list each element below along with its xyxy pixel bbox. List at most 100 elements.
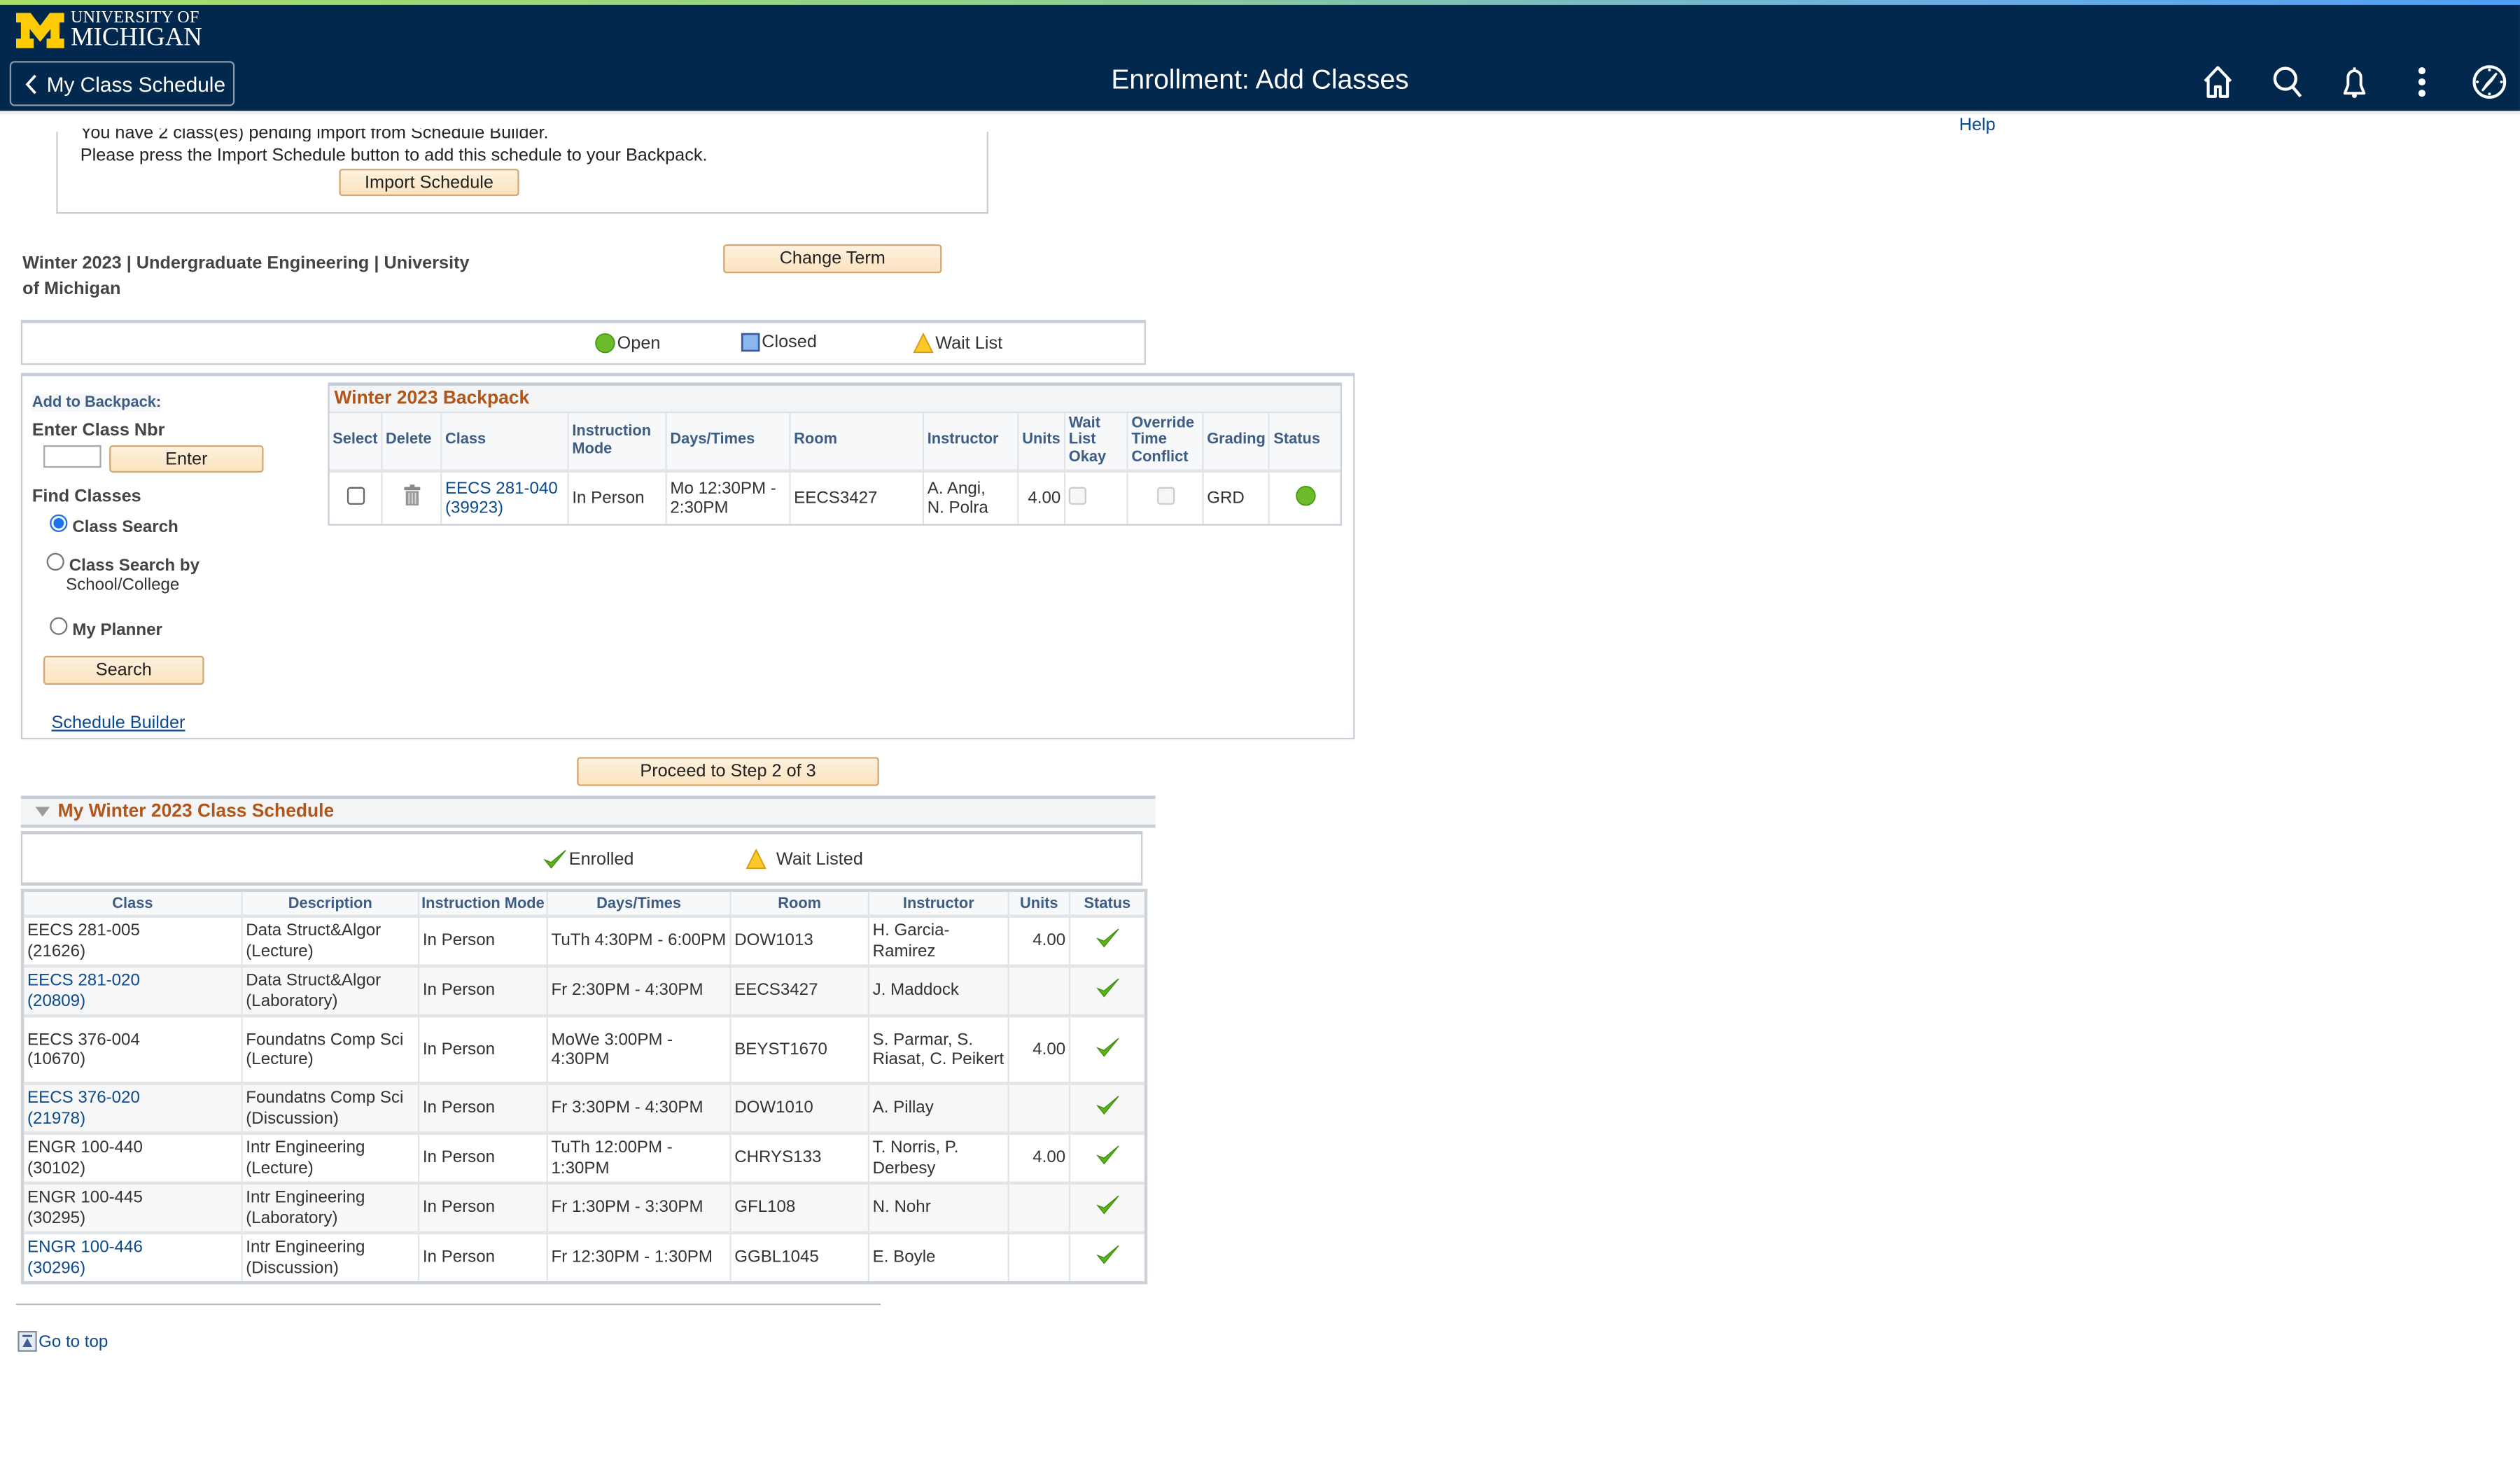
backpack-class-link[interactable]: EECS 281-040 — [445, 478, 564, 498]
days-line-2: 2:30PM — [670, 498, 729, 518]
sched-description: Foundatns Comp Sci (Discussion) — [241, 1082, 420, 1133]
search-classes-button[interactable]: Search — [43, 655, 204, 685]
schedule-row: EECS 281-020 (20809) Data Struct&Algor (Lab… — [24, 964, 1144, 1017]
sched-room: DOW1010 — [730, 1082, 870, 1133]
radio-class-search[interactable] — [50, 514, 68, 532]
backpack-class-cell[interactable]: EECS 281-040 (39923) — [441, 469, 569, 524]
col-instruction-mode: Instruction Mode — [568, 413, 667, 471]
wait-list-triangle-icon — [913, 333, 934, 354]
sched-class-cell: EECS 376-004 (10670) — [24, 1014, 243, 1084]
go-to-top-link[interactable]: Go to top — [18, 1331, 108, 1352]
sched-description: Intr Engineering (Discussion) — [241, 1231, 420, 1281]
select-checkbox[interactable] — [346, 487, 365, 505]
header-bar — [0, 4, 2520, 111]
top-accent-stripe — [0, 0, 2520, 5]
class-schedule-collapsible-header[interactable]: My Winter 2023 Class Schedule — [20, 795, 1156, 828]
navbar-button[interactable] — [2469, 61, 2511, 103]
col-select: Select — [329, 413, 383, 471]
sched-status — [1069, 964, 1144, 1017]
sched-desc-title: Intr Engineering — [246, 1187, 365, 1208]
sched-class-code: EECS 281-005 — [27, 921, 140, 941]
enter-button[interactable]: Enter — [109, 445, 264, 473]
radio-class-search-by-school-label[interactable]: Class Search by — [69, 556, 200, 575]
radio-class-search-by-school[interactable] — [46, 552, 64, 571]
instructor-line-1: A. Angi, — [927, 478, 986, 498]
logo-line-2: MICHIGAN — [71, 24, 202, 52]
more-options-button[interactable] — [2401, 61, 2443, 103]
sched-class-code[interactable]: ENGR 100-446 — [27, 1238, 238, 1258]
sched-col-instructor: Instructor — [868, 892, 1009, 916]
enter-class-nbr-label: Enter Class Nbr — [31, 421, 165, 441]
legend-enrolled: Enrolled — [543, 849, 634, 870]
sched-mode: In Person — [419, 964, 548, 1017]
open-status-icon — [1295, 485, 1315, 505]
sched-class-nbr[interactable]: (21978) — [27, 1108, 238, 1129]
trash-icon[interactable] — [402, 484, 420, 507]
sched-col-class: Class — [24, 892, 243, 916]
legend-closed-label: Closed — [762, 333, 817, 352]
help-link[interactable]: Help — [1959, 116, 1996, 135]
back-my-class-schedule-button[interactable]: My Class Schedule — [9, 61, 235, 106]
sched-class-nbr: (21626) — [27, 941, 86, 961]
radio-class-search-by-school-sublabel: School/College — [66, 575, 180, 595]
sched-desc-title: Data Struct&Algor — [246, 921, 382, 941]
sched-description: Data Struct&Algor (Lecture) — [241, 914, 420, 966]
instructor-line-2: N. Polra — [927, 498, 988, 518]
backpack-class-nbr[interactable]: (39923) — [445, 498, 564, 519]
change-term-button[interactable]: Change Term — [723, 244, 942, 274]
chevron-left-icon — [25, 74, 36, 94]
sched-units — [1008, 1082, 1071, 1133]
sched-class-cell: ENGR 100-440 (30102) — [24, 1131, 243, 1183]
sched-room: DOW1013 — [730, 914, 870, 966]
legend-open: Open — [594, 333, 660, 354]
sched-col-room: Room — [730, 892, 870, 916]
radio-my-planner[interactable] — [50, 617, 68, 635]
search-button[interactable] — [2268, 61, 2310, 103]
radio-my-planner-label[interactable]: My Planner — [72, 620, 162, 640]
home-button[interactable] — [2197, 61, 2239, 103]
sched-col-days-times: Days/Times — [547, 892, 732, 916]
sched-class-nbr[interactable]: (30296) — [27, 1258, 238, 1278]
open-circle-icon — [595, 333, 615, 354]
sched-days-times: TuTh 12:00PM - 1:30PM — [547, 1131, 732, 1183]
schedule-builder-link[interactable]: Schedule Builder — [51, 713, 185, 733]
sched-class-nbr[interactable]: (20809) — [27, 991, 238, 1011]
sched-col-units: Units — [1008, 892, 1071, 916]
sched-class-nbr: (30102) — [27, 1158, 86, 1178]
notifications-button[interactable] — [2334, 61, 2376, 103]
backpack-room: EECS3427 — [790, 469, 925, 524]
wait-list-okay-checkbox[interactable] — [1068, 487, 1087, 505]
university-logo[interactable]: UNIVERSITY OF MICHIGAN — [15, 10, 202, 52]
sched-instructor: J. Maddock — [868, 964, 1009, 1017]
enrolled-check-icon — [1095, 1245, 1119, 1265]
go-to-top-label[interactable]: Go to top — [38, 1332, 108, 1352]
sched-class-cell: ENGR 100-445 (30295) — [24, 1181, 243, 1233]
legend-wait-list-label: Wait List — [935, 333, 1003, 353]
enrolled-check-icon — [543, 850, 566, 869]
class-nbr-input[interactable] — [43, 445, 102, 468]
enrolled-check-icon — [1095, 1146, 1119, 1165]
sched-description: Foundatns Comp Sci (Lecture) — [241, 1014, 420, 1084]
footer-divider — [15, 1303, 881, 1306]
sched-class-cell[interactable]: ENGR 100-446 (30296) — [24, 1231, 243, 1281]
add-to-backpack-label: Add to Backpack: — [31, 393, 162, 412]
sched-instructor: E. Boyle — [868, 1231, 1009, 1281]
sched-class-cell[interactable]: EECS 281-020 (20809) — [24, 964, 243, 1017]
radio-class-search-label[interactable]: Class Search — [72, 517, 178, 537]
schedule-row: EECS 281-005 (21626) Data Struct&Algor (Lec… — [24, 914, 1144, 966]
backpack-days-times: Mo 12:30PM - 2:30PM — [666, 469, 791, 524]
sched-class-cell[interactable]: EECS 376-020 (21978) — [24, 1082, 243, 1133]
compass-icon — [2472, 65, 2507, 99]
sched-status — [1069, 1082, 1144, 1133]
schedule-row: ENGR 100-445 (30295) Intr Engineering (Labo… — [24, 1181, 1144, 1233]
import-schedule-button[interactable]: Import Schedule — [339, 169, 519, 197]
sched-class-code[interactable]: EECS 281-020 — [27, 971, 238, 991]
sched-instructor: H. Garcia-Ramirez — [868, 914, 1009, 966]
sched-desc-component: (Lecture) — [246, 941, 314, 961]
sched-class-code[interactable]: EECS 376-020 — [27, 1088, 238, 1108]
proceed-step-2-button[interactable]: Proceed to Step 2 of 3 — [577, 757, 879, 786]
sched-room: CHRYS133 — [730, 1131, 870, 1183]
override-time-conflict-checkbox[interactable] — [1156, 487, 1175, 505]
sched-units — [1008, 1181, 1071, 1233]
sched-units: 4.00 — [1008, 1014, 1071, 1084]
